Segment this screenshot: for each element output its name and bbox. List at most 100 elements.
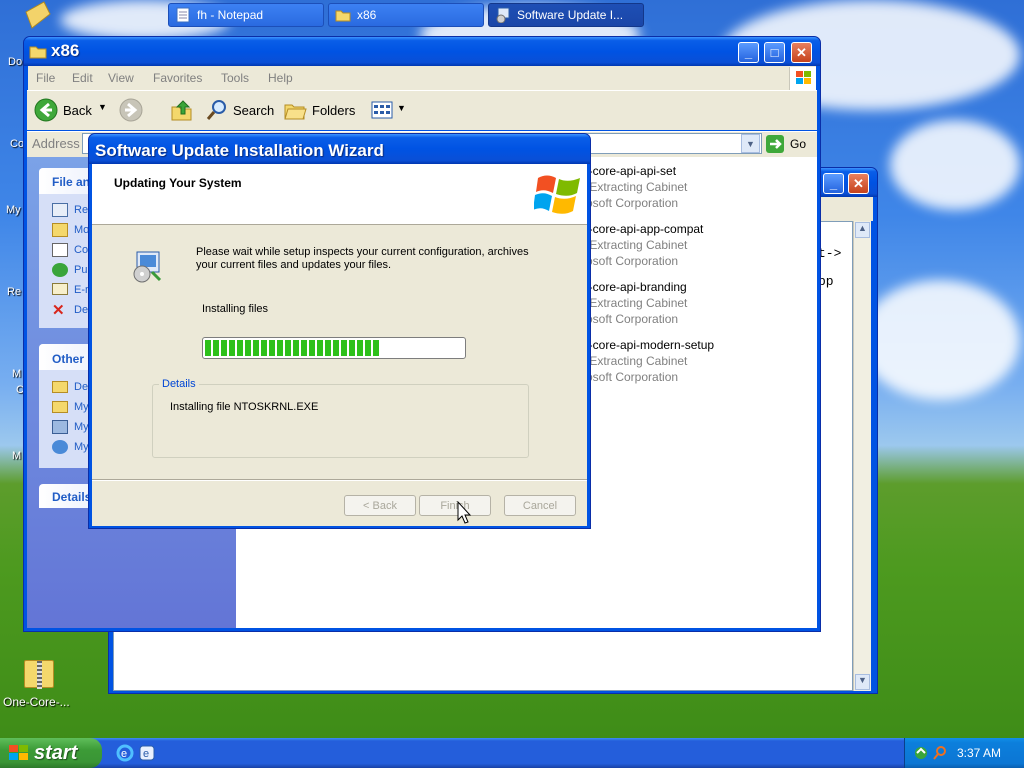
task-link-delete[interactable]: De [74,304,88,316]
menubar [28,66,816,90]
task-rename-icon [52,203,68,217]
wizard-body: Updating Your System Please wait while s… [92,164,587,526]
file-type: f-Extracting Cabinet [582,354,688,368]
desktop-icon-label: Do [8,56,23,68]
go-arrow-icon [766,135,784,153]
internet-explorer-icon[interactable]: e [116,744,134,762]
folder-icon [52,381,68,393]
mouse-cursor-icon [457,501,472,524]
task-copy-icon [52,243,68,257]
folder-icon [25,1,51,29]
wizard-header-title: Updating Your System [114,176,242,190]
details-header[interactable]: Details [52,490,91,504]
go-button[interactable]: Go [766,134,812,154]
task-link-rename[interactable]: Re [74,204,88,216]
taskbar-notepad-button[interactable]: fh - Notepad [168,3,324,27]
back-arrow-icon [34,98,58,122]
wizard-description: Please wait while setup inspects your cu… [196,246,529,271]
back-button[interactable]: Back ▼ [34,98,108,122]
folders-label: Folders [312,103,356,118]
folders-icon [284,104,307,120]
quick-launch-icon[interactable]: e [138,744,156,762]
other-place-link[interactable]: De [74,381,88,393]
tray-search-icon[interactable] [932,745,948,761]
file-company: rosoft Corporation [582,312,679,326]
menu-edit[interactable]: Edit [72,71,93,85]
task-publish-icon [52,263,68,277]
desktop-icon-label: M [12,368,22,380]
desktop-icon-label: My [6,204,21,216]
vertical-scrollbar[interactable]: ▲ ▼ [853,221,871,691]
address-label: Address [32,136,80,151]
start-button[interactable]: start [0,738,102,768]
taskbar-button-label: Software Update I... [517,8,624,22]
file-company: rosoft Corporation [582,370,679,384]
setup-icon [496,7,510,23]
taskbar-button-label: x86 [357,8,377,22]
desktop-icon-label: One-Core-... [3,695,70,709]
network-icon [52,440,68,454]
explorer-titlebar[interactable] [24,37,820,66]
file-type: f-Extracting Cabinet [582,180,688,194]
menu-file[interactable]: File [36,71,55,85]
menu-tools[interactable]: Tools [221,71,249,85]
up-folder-button[interactable] [170,98,194,122]
other-place-link[interactable]: My [74,401,89,413]
minimize-button[interactable]: _ [738,42,759,63]
taskbar-button-label: fh - Notepad [197,8,264,22]
close-button[interactable]: ✕ [848,173,869,194]
other-places-header[interactable]: Other [52,352,84,366]
windows-logo-icon [789,67,816,90]
clock[interactable]: 3:37 AM [957,746,1001,760]
notepad-icon [176,7,190,23]
task-link-email[interactable]: E-r [74,284,89,296]
taskbar-software-update-button[interactable]: Software Update I... [488,3,644,27]
menu-view[interactable]: View [108,71,134,85]
wizard-finish-button[interactable]: Finish [419,495,491,516]
folders-button[interactable]: Folders [284,98,358,122]
task-link-copy[interactable]: Co [74,244,88,256]
notepad-text-line: t-> [818,246,842,261]
folder-icon [335,10,351,22]
task-link-publish[interactable]: Pu [74,264,87,276]
minimize-button[interactable]: _ [823,173,844,194]
tray-network-icon[interactable] [913,745,929,761]
file-name[interactable]: e-core-api-branding [582,280,687,294]
file-company: rosoft Corporation [582,196,679,210]
file-tasks-header[interactable]: File an [52,175,90,189]
chevron-down-icon: ▼ [397,103,406,113]
maximize-button[interactable]: □ [764,42,785,63]
my-documents-icon [52,401,68,413]
file-type: f-Extracting Cabinet [582,238,688,252]
taskbar-x86-button[interactable]: x86 [328,3,484,27]
progress-fill [205,340,381,356]
desktop-icon-label: M [12,450,22,462]
search-button[interactable]: Search [205,98,277,122]
desktop-icon-label: Re [7,286,22,298]
install-progress-bar [202,337,466,359]
task-link-move[interactable]: Mo [74,224,89,236]
forward-button[interactable] [119,98,159,122]
wizard-status: Installing files [202,303,269,315]
chevron-down-icon[interactable]: ▼ [98,102,107,112]
desktop-folder-icon[interactable] [24,0,52,30]
file-type: f-Extracting Cabinet [582,296,688,310]
zip-folder-icon [24,660,54,689]
other-place-link[interactable]: My [74,441,89,453]
wizard-back-button[interactable]: < Back [344,495,416,516]
file-name[interactable]: e-core-api-api-set [582,164,676,178]
menu-help[interactable]: Help [268,71,293,85]
wizard-cancel-button[interactable]: Cancel [504,495,576,516]
file-name[interactable]: e-core-api-app-compat [582,222,703,236]
views-button[interactable]: ▼ [370,98,408,122]
up-folder-icon [171,100,192,121]
address-dropdown-button[interactable]: ▼ [741,134,760,153]
other-place-link[interactable]: My [74,421,89,433]
delete-icon: ✕ [52,302,65,319]
details-group: Details Installing file NTOSKRNL.EXE [152,378,529,458]
close-button[interactable]: ✕ [791,42,812,63]
task-move-icon [52,223,68,237]
svg-text:e: e [121,748,127,760]
menu-favorites[interactable]: Favorites [153,71,202,85]
file-name[interactable]: e-core-api-modern-setup [582,338,714,352]
